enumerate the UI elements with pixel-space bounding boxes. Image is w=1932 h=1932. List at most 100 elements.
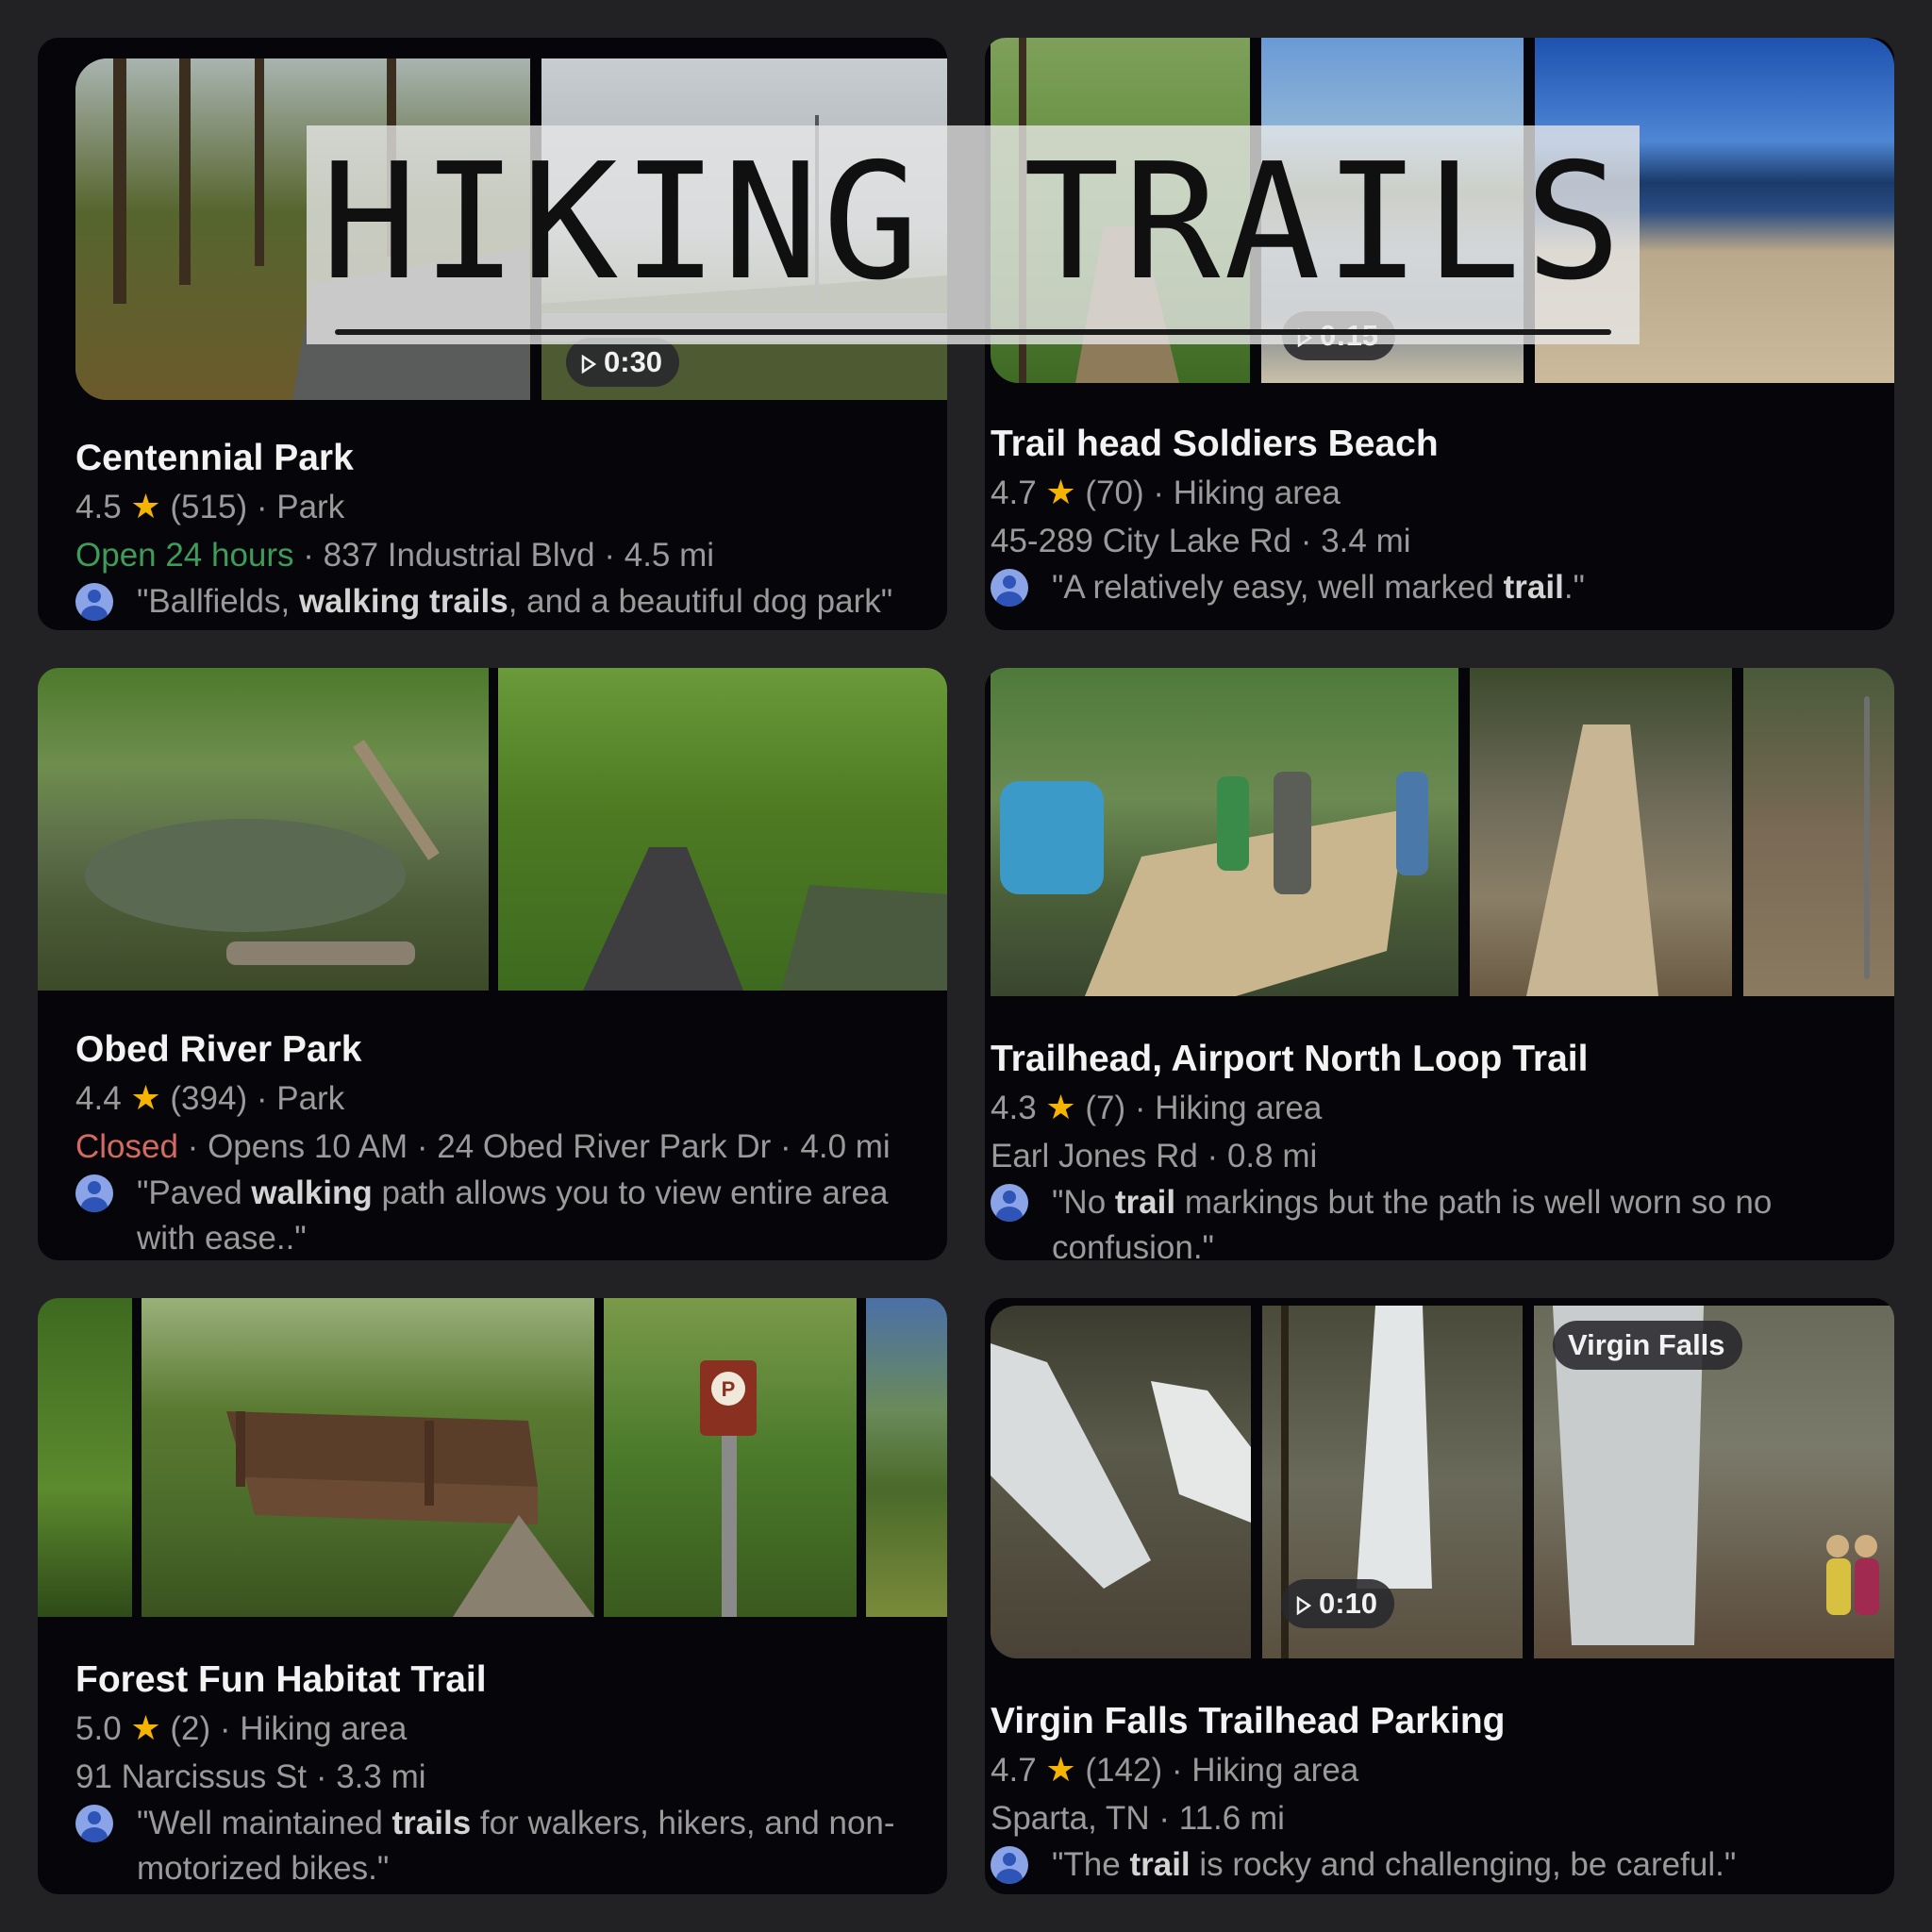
photo[interactable] (1470, 668, 1732, 996)
address: 24 Obed River Park Dr (437, 1128, 772, 1165)
review-text: "Well maintained trails for walkers, hik… (137, 1805, 895, 1887)
review-text: "A relatively easy, well marked trail." (1052, 569, 1585, 606)
photo-strip[interactable] (38, 668, 947, 991)
photo-strip[interactable] (991, 668, 1894, 996)
photo[interactable] (991, 1306, 1251, 1658)
separator: · (1149, 1800, 1179, 1837)
video-duration: 0:30 (604, 345, 663, 378)
separator: · (1197, 1138, 1227, 1174)
address-line: 45-289 City Lake Rd · 3.4 mi (991, 517, 1866, 565)
separator: · (307, 1758, 337, 1795)
avatar-icon (75, 583, 113, 621)
separator: · (408, 1128, 438, 1165)
photo[interactable]: P (604, 1298, 857, 1617)
place-name[interactable]: Forest Fun Habitat Trail (75, 1657, 919, 1704)
place-card-virgin-falls-trailhead-parking[interactable]: 0:10 Virgin Falls Virgin Falls Trailhead… (985, 1298, 1894, 1894)
review-count[interactable]: (7) (1085, 1090, 1125, 1126)
category: Park (276, 489, 345, 525)
photo[interactable] (38, 1298, 132, 1617)
place-name[interactable]: Trail head Soldiers Beach (991, 421, 1866, 468)
closed-status: Closed (75, 1128, 178, 1165)
place-card-forest-fun-habitat-trail[interactable]: P Forest Fun Habitat Trail 5.0 ★ (2) · H… (38, 1298, 947, 1894)
separator: · (1291, 523, 1322, 559)
star-icon: ★ (1045, 1088, 1076, 1126)
photo[interactable] (498, 668, 947, 991)
title-banner: HIKING TRAILS (307, 125, 1640, 344)
review-count[interactable]: (394) (170, 1080, 247, 1117)
rating: 4.3 (991, 1090, 1037, 1126)
separator: · (293, 537, 324, 574)
rating: 4.7 (991, 1752, 1037, 1789)
photo[interactable] (1743, 668, 1894, 996)
place-name[interactable]: Trailhead, Airport North Loop Trail (991, 1036, 1866, 1083)
review-count[interactable]: (70) (1085, 475, 1143, 511)
rating-line: 4.3 ★ (7) · Hiking area (991, 1083, 1866, 1132)
category: Hiking area (240, 1710, 408, 1747)
review-count[interactable]: (2) (170, 1710, 210, 1747)
distance: 4.0 mi (800, 1128, 891, 1165)
star-icon: ★ (130, 487, 161, 525)
category: Hiking area (1173, 475, 1341, 511)
photo[interactable]: Virgin Falls (1534, 1306, 1894, 1658)
photo[interactable] (991, 668, 1458, 996)
separator: · (247, 489, 277, 525)
place-name[interactable]: Virgin Falls Trailhead Parking (991, 1698, 1866, 1745)
separator: · (1125, 1090, 1156, 1126)
review-text: "Ballfields, walking trails, and a beaut… (137, 583, 893, 620)
distance: 4.5 mi (624, 537, 715, 574)
avatar-icon (75, 1805, 113, 1842)
place-name[interactable]: Centennial Park (75, 435, 919, 482)
rating-line: 4.5 ★ (515) · Park (75, 482, 919, 531)
star-icon: ★ (130, 1078, 161, 1117)
category: Hiking area (1155, 1090, 1323, 1126)
address-line: Sparta, TN · 11.6 mi (991, 1794, 1866, 1842)
review-snippet: "No trail markings but the path is well … (991, 1180, 1866, 1260)
review-text: "No trail markings but the path is well … (1052, 1184, 1773, 1260)
banner-title: HIKING TRAILS (321, 129, 1625, 316)
play-icon (1296, 1596, 1311, 1615)
banner-underline (335, 329, 1611, 335)
star-icon: ★ (130, 1708, 161, 1747)
separator: · (247, 1080, 277, 1117)
separator: · (1162, 1752, 1192, 1789)
photo[interactable] (866, 1298, 947, 1617)
photo-strip[interactable]: P (38, 1298, 947, 1617)
star-icon: ★ (1045, 1750, 1076, 1789)
place-name[interactable]: Obed River Park (75, 1026, 919, 1074)
scrollbar[interactable] (1864, 696, 1870, 979)
photo-label: Virgin Falls (1553, 1321, 1742, 1370)
photo[interactable]: 0:10 (1262, 1306, 1523, 1658)
review-snippet: "Paved walking path allows you to view e… (75, 1171, 919, 1260)
separator: · (177, 1128, 208, 1165)
place-card-obed-river-park[interactable]: Obed River Park 4.4 ★ (394) · Park Close… (38, 668, 947, 1260)
photo-strip[interactable]: 0:10 Virgin Falls (991, 1306, 1894, 1658)
play-icon (581, 355, 596, 374)
status-line: Closed · Opens 10 AM · 24 Obed River Par… (75, 1123, 919, 1171)
distance: 3.3 mi (336, 1758, 426, 1795)
separator: · (210, 1710, 241, 1747)
video-duration-badge: 0:30 (566, 338, 680, 387)
separator: · (594, 537, 625, 574)
address: Earl Jones Rd (991, 1138, 1198, 1174)
star-icon: ★ (1045, 473, 1076, 511)
review-snippet: "A relatively easy, well marked trail." (991, 565, 1866, 610)
rating-line: 4.4 ★ (394) · Park (75, 1074, 919, 1123)
address: 45-289 City Lake Rd (991, 523, 1292, 559)
photo[interactable] (142, 1298, 594, 1617)
avatar-icon (991, 1846, 1028, 1884)
rating: 4.5 (75, 489, 122, 525)
review-count[interactable]: (142) (1085, 1752, 1162, 1789)
review-snippet: "The trail is rocky and challenging, be … (991, 1842, 1866, 1888)
avatar-icon (991, 1184, 1028, 1222)
place-card-airport-north-loop-trail[interactable]: Trailhead, Airport North Loop Trail 4.3 … (985, 668, 1894, 1260)
avatar-icon (991, 569, 1028, 607)
address-line: Earl Jones Rd · 0.8 mi (991, 1132, 1866, 1180)
address: 91 Narcissus St (75, 1758, 308, 1795)
photo[interactable] (38, 668, 489, 991)
rating-line: 4.7 ★ (70) · Hiking area (991, 468, 1866, 517)
rating: 4.7 (991, 475, 1037, 511)
review-count[interactable]: (515) (170, 489, 247, 525)
rating: 4.4 (75, 1080, 122, 1117)
avatar-icon (75, 1174, 113, 1212)
open-status: Open 24 hours (75, 537, 294, 574)
